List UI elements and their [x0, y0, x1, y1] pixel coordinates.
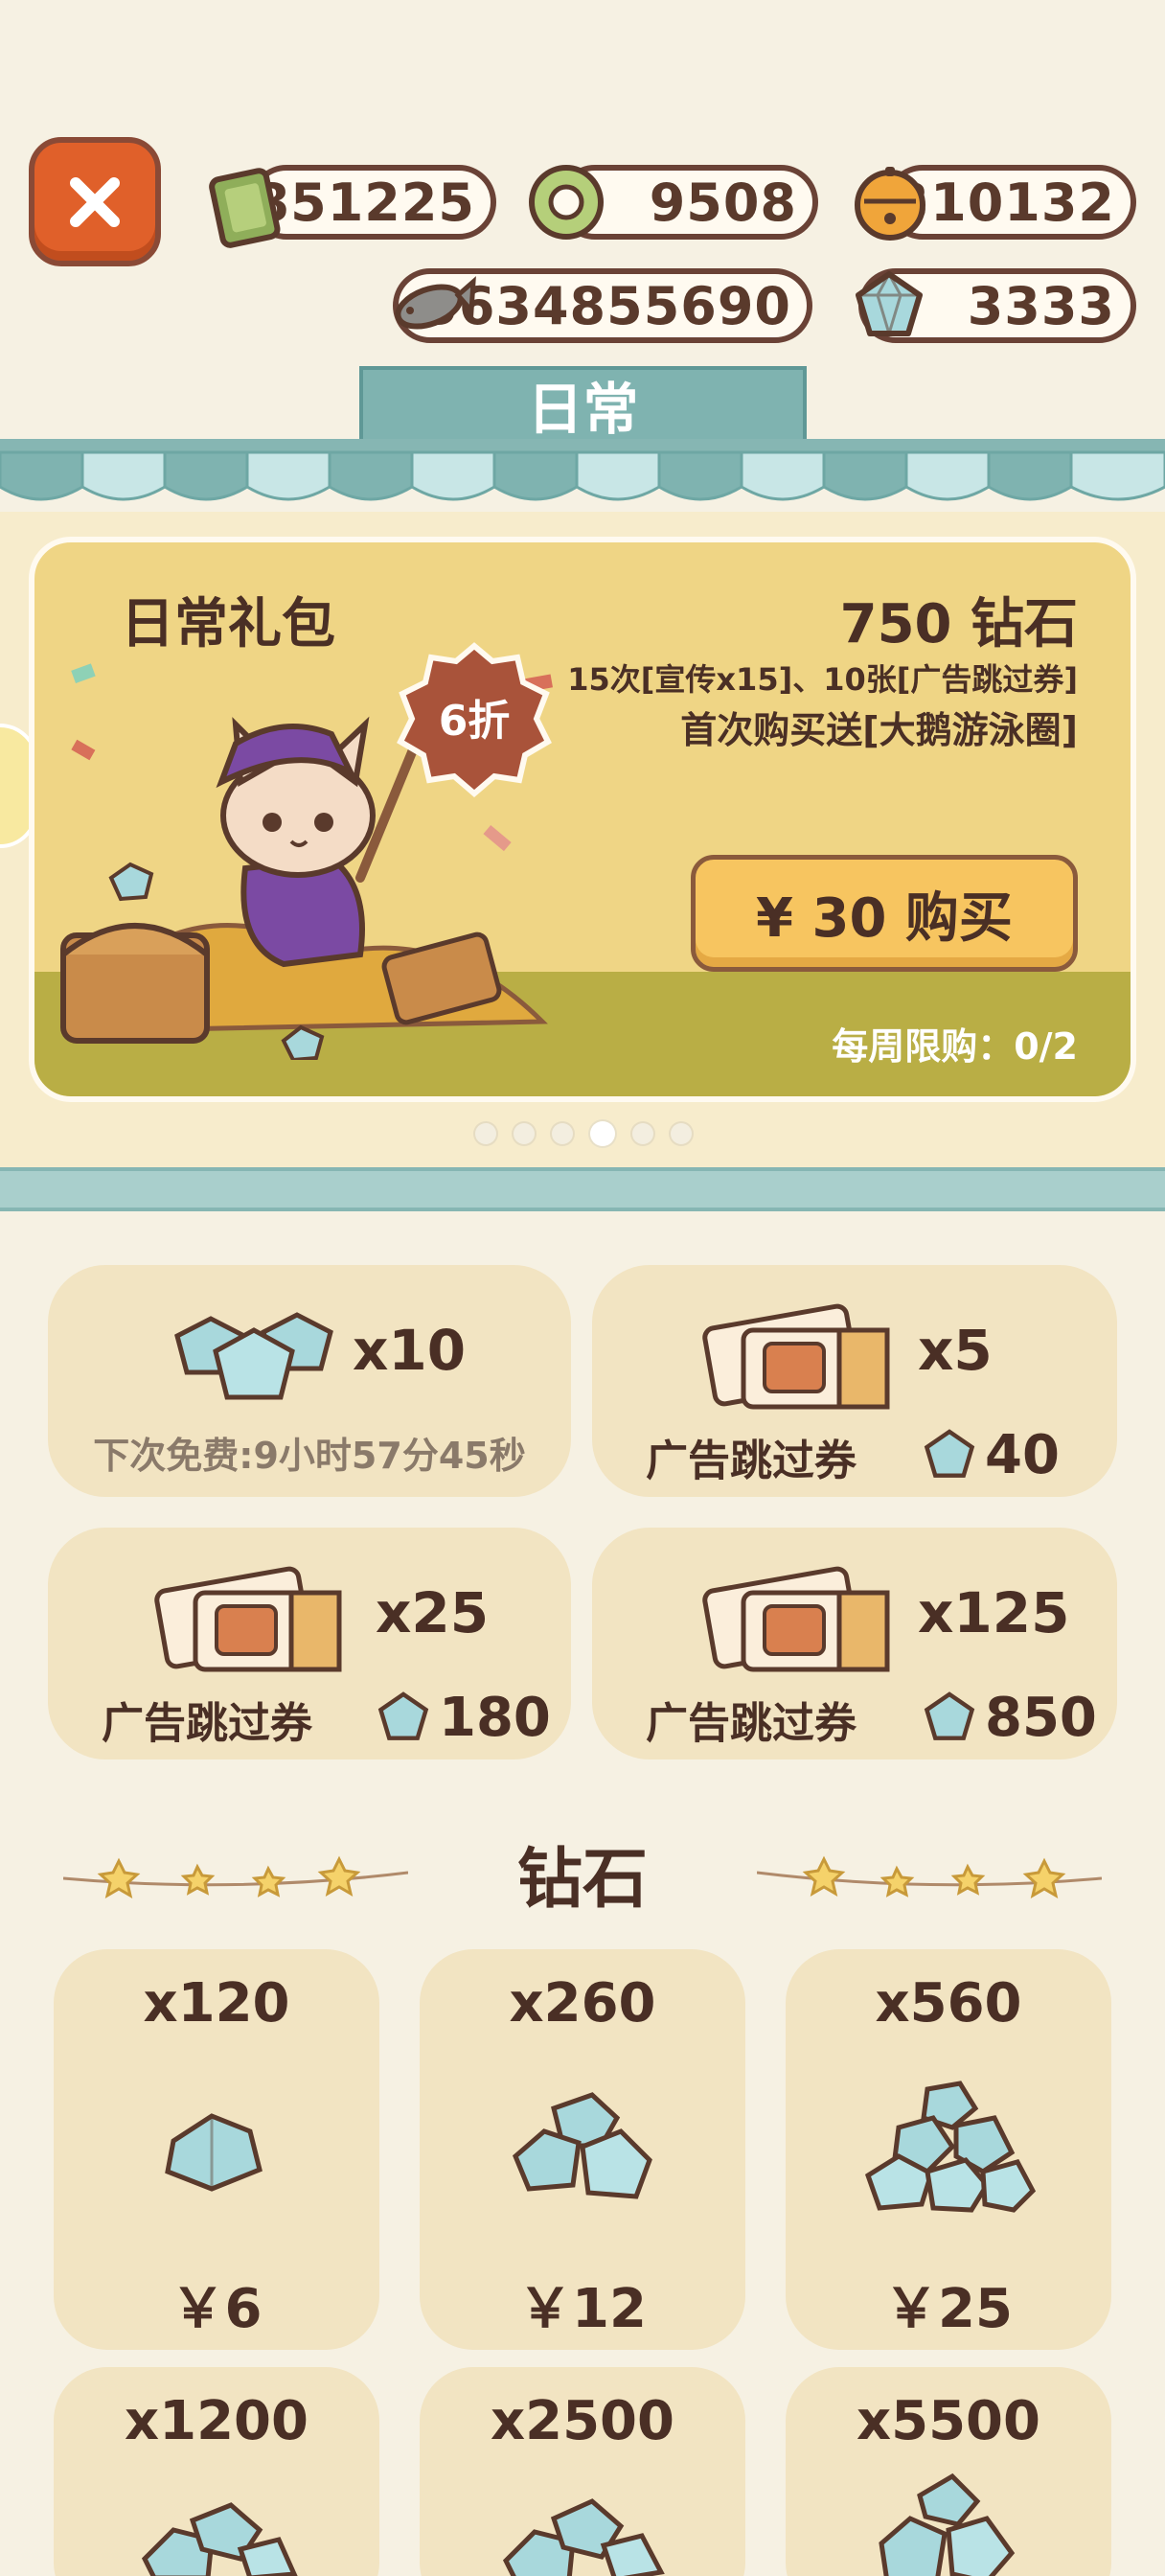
pack-qty: x260	[509, 1972, 656, 2035]
diamond-icon	[141, 2502, 298, 2576]
diamond-icon	[174, 1312, 333, 1400]
diamond-pack-5500[interactable]: x5500	[786, 2367, 1111, 2576]
shop-awning	[0, 439, 1165, 501]
star-icon	[950, 1863, 986, 1896]
offer-qty: x10	[353, 1318, 467, 1383]
star-divider-left	[63, 1855, 408, 1899]
pack-price: ￥6	[171, 2278, 263, 2340]
offer-qty: x5	[918, 1318, 993, 1383]
pack-contents: 15次[宣传x15]、10张[广告跳过券]	[567, 661, 1078, 698]
offer-cost-value: 850	[985, 1687, 1097, 1749]
diamond-section-title: 钻石	[517, 1842, 649, 1918]
diamond-pack-260[interactable]: x260 ￥12	[420, 1949, 745, 2350]
offer-cost: 850	[920, 1687, 1097, 1749]
star-divider-right	[757, 1855, 1102, 1899]
pager-dot-active[interactable]	[590, 1121, 615, 1146]
star-icon	[1022, 1857, 1066, 1899]
shelf-rail	[0, 1167, 1165, 1211]
diamond-icon	[856, 270, 923, 339]
pack-qty: x1200	[125, 2390, 308, 2452]
star-icon	[317, 1855, 361, 1898]
diamond-pack-120[interactable]: x120 ￥6	[54, 1949, 379, 2350]
diamond-icon	[924, 1428, 975, 1478]
offer-cost: 180	[374, 1687, 551, 1749]
diamond-icon	[879, 2472, 1016, 2576]
diamond-icon	[864, 2081, 1037, 2213]
close-icon	[70, 176, 120, 227]
ring-value: 9508	[649, 172, 797, 233]
diamond-icon	[924, 1690, 975, 1740]
bell-icon	[855, 167, 925, 241]
pack-qty: x2500	[491, 2390, 674, 2452]
pager-dot[interactable]	[475, 1123, 496, 1144]
pager-dot[interactable]	[552, 1123, 573, 1144]
offer-cost-value: 40	[985, 1424, 1060, 1486]
offer-label: 广告跳过券	[646, 1699, 857, 1748]
ring-icon	[529, 165, 604, 240]
pack-price: ￥25	[884, 2278, 1013, 2340]
pack-qty: x5500	[857, 2390, 1040, 2452]
ticket-icon	[154, 1566, 342, 1672]
offer-label: 广告跳过券	[646, 1437, 857, 1485]
star-icon	[879, 1865, 915, 1898]
diamond-icon	[377, 1690, 429, 1740]
star-icon	[251, 1865, 286, 1898]
ad-skip-offer-5[interactable]: x5 广告跳过券 40	[592, 1265, 1117, 1497]
fish-value: 5634855690	[422, 275, 791, 336]
star-icon	[97, 1857, 141, 1899]
daily-pack-banner[interactable]: 6折 日常礼包 750 钻石 15次[宣传x15]、10张[广告跳过券] 首次购…	[29, 537, 1136, 1102]
cash-icon	[209, 168, 281, 248]
weekly-limit: 每周限购：0/2	[832, 1025, 1078, 1068]
diamond-pack-1200[interactable]: x1200	[54, 2367, 379, 2576]
fish-icon	[395, 276, 476, 330]
pager-dot[interactable]	[632, 1123, 653, 1144]
diamond-icon	[513, 2092, 652, 2199]
banner-pager	[475, 1121, 692, 1146]
pack-qty: x560	[875, 1972, 1022, 2035]
close-button[interactable]	[29, 137, 161, 266]
buy-pack-label: ¥ 30 购买	[756, 886, 1013, 950]
buy-pack-button[interactable]: ¥ 30 购买	[691, 855, 1078, 972]
offer-qty: x25	[376, 1580, 490, 1645]
tab-daily-label: 日常	[527, 377, 639, 442]
offer-label: 广告跳过券	[102, 1699, 312, 1748]
offer-cost: 40	[920, 1424, 1060, 1486]
pack-title: 日常礼包	[121, 593, 335, 656]
offer-qty: x125	[918, 1580, 1070, 1645]
pack-diamond-amount: 750 钻石	[839, 593, 1078, 656]
ad-skip-offer-25[interactable]: x25 广告跳过券 180	[48, 1528, 571, 1760]
diamond-pack-2500[interactable]: x2500	[420, 2367, 745, 2576]
free-timer: 下次免费:9小时57分45秒	[93, 1435, 526, 1477]
ticket-icon	[702, 1566, 890, 1672]
pager-dot[interactable]	[514, 1123, 535, 1144]
star-icon	[180, 1863, 216, 1896]
ad-skip-offer-125[interactable]: x125 广告跳过券 850	[592, 1528, 1117, 1760]
free-diamond-offer[interactable]: x10 下次免费:9小时57分45秒	[48, 1265, 571, 1497]
tab-daily[interactable]: 日常	[359, 366, 807, 442]
diamond-icon	[502, 2498, 665, 2576]
pack-qty: x120	[143, 1972, 290, 2035]
diamond-value: 3333	[967, 275, 1115, 336]
ticket-icon	[702, 1303, 890, 1410]
discount-label: 6折	[438, 697, 511, 746]
diamond-icon	[165, 2113, 263, 2192]
star-icon	[802, 1855, 846, 1898]
diamond-pack-560[interactable]: x560 ￥25	[786, 1949, 1111, 2350]
pack-first-bonus: 首次购买送[大鹅游泳圈]	[680, 709, 1078, 751]
offer-cost-value: 180	[439, 1687, 551, 1749]
pack-price: ￥12	[518, 2278, 647, 2340]
pager-dot[interactable]	[671, 1123, 692, 1144]
